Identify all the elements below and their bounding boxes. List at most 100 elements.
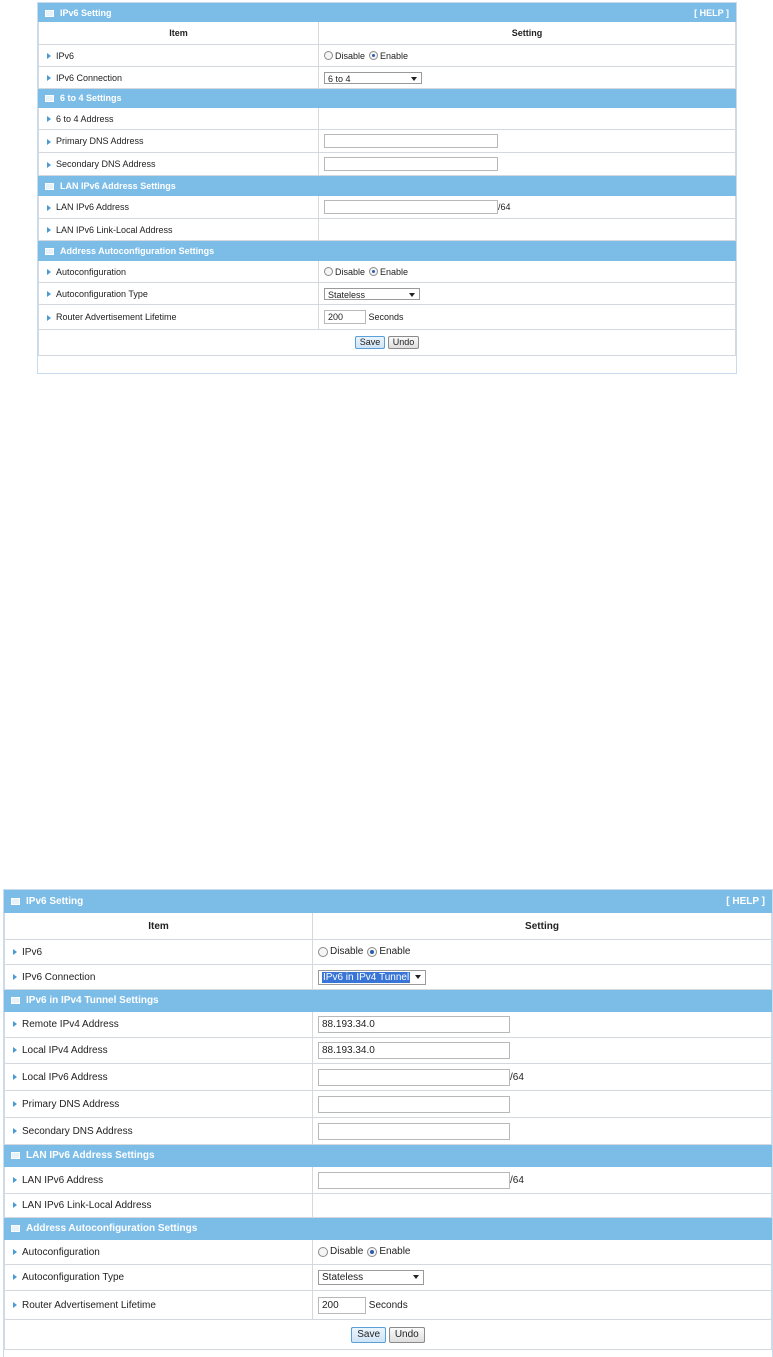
section-icon	[45, 247, 54, 255]
ra-lifetime-input[interactable]: 200	[324, 310, 366, 324]
row-ipv6: IPv6 Disable Enable	[38, 44, 736, 67]
autoconfiguration-type-select[interactable]: Stateless	[324, 287, 420, 300]
section-title-autoconf: Address Autoconfiguration Settings	[26, 1223, 198, 1234]
row-autoconfiguration-type: Autoconfiguration Type Stateless	[38, 282, 736, 305]
row-ra-lifetime: Router Advertisement Lifetime 200 Second…	[4, 1290, 772, 1320]
section-title-tunnel: IPv6 in IPv4 Tunnel Settings	[26, 995, 159, 1006]
enable-label: Enable	[380, 266, 409, 277]
lan-ipv6-address-label: LAN IPv6 Address	[56, 202, 130, 212]
local-ipv6-input[interactable]	[318, 1068, 510, 1086]
enable-label: Enable	[379, 1246, 411, 1258]
arrow-icon	[13, 1127, 17, 1134]
arrow-icon	[47, 138, 51, 145]
secondary-dns-input[interactable]	[324, 157, 498, 171]
arrow-icon	[13, 1073, 17, 1080]
section-title-6to4: 6 to 4 Settings	[60, 93, 122, 103]
lan-link-local-label: LAN IPv6 Link-Local Address	[22, 1200, 152, 1211]
ipv6-disable-radio[interactable]	[324, 51, 333, 61]
primary-dns-input[interactable]	[318, 1095, 510, 1113]
section-icon	[11, 1224, 20, 1232]
ipv6-connection-value: IPv6 in IPv4 Tunnel	[322, 971, 411, 983]
arrow-icon	[13, 1047, 17, 1054]
ra-lifetime-input[interactable]: 200	[318, 1296, 366, 1314]
section-icon	[45, 182, 54, 190]
secondary-dns-input[interactable]	[318, 1122, 510, 1140]
ipv6-connection-value: 6 to 4	[328, 73, 351, 84]
help-link[interactable]: [ HELP ]	[694, 8, 729, 18]
autoconf-enable-radio[interactable]	[367, 1246, 378, 1257]
section-icon	[11, 996, 20, 1004]
ipv6-enable-radio[interactable]	[367, 946, 378, 957]
autoconf-enable-radio[interactable]	[369, 267, 379, 277]
primary-dns-input[interactable]	[324, 134, 498, 148]
col-setting-header: Setting	[312, 912, 772, 940]
row-secondary-dns: Secondary DNS Address	[38, 152, 736, 176]
6to4-address-value	[318, 107, 736, 130]
ipv6-connection-label: IPv6 Connection	[56, 72, 123, 83]
secondary-dns-label: Secondary DNS Address	[22, 1125, 133, 1137]
arrow-icon	[47, 269, 51, 276]
ipv6-connection-select[interactable]: 6 to 4	[324, 71, 422, 84]
primary-dns-label: Primary DNS Address	[22, 1098, 120, 1110]
arrow-icon	[47, 227, 51, 234]
section-icon	[11, 1151, 20, 1159]
col-item-header: Item	[38, 21, 319, 45]
row-lan-link-local: LAN IPv6 Link-Local Address	[38, 218, 736, 241]
row-primary-dns: Primary DNS Address	[38, 129, 736, 153]
row-autoconfiguration: Autoconfiguration Disable Enable	[4, 1239, 772, 1265]
prefix-suffix: /64	[498, 202, 511, 212]
row-ipv6-connection: IPv6 Connection IPv6 in IPv4 Tunnel	[4, 964, 772, 990]
col-item-header: Item	[4, 912, 313, 940]
local-ipv4-label: Local IPv4 Address	[22, 1045, 108, 1056]
arrow-icon	[13, 948, 17, 955]
prefix-suffix: /64	[510, 1071, 524, 1083]
ipv6-setting-panel-tunnel: IPv6 Setting [ HELP ] Item Setting IPv6 D…	[3, 889, 773, 1357]
section-icon	[45, 95, 54, 103]
section-row-autoconf: Address Autoconfiguration Settings	[4, 1217, 772, 1240]
ipv6-setting-panel-6to4: IPv6 Setting [ HELP ] Item Setting IPv6 D…	[37, 2, 737, 374]
section-row-tunnel: IPv6 in IPv4 Tunnel Settings	[4, 989, 772, 1012]
disable-label: Disable	[335, 266, 366, 277]
panel-title: IPv6 Setting	[26, 896, 84, 907]
row-remote-ipv4: Remote IPv4 Address 88.193.34.0	[4, 1011, 772, 1038]
autoconfiguration-type-label: Autoconfiguration Type	[56, 288, 148, 299]
section-row-lan-ipv6: LAN IPv6 Address Settings	[4, 1144, 772, 1167]
section-icon	[11, 897, 20, 905]
autoconfiguration-label: Autoconfiguration	[56, 266, 127, 277]
chevron-down-icon	[411, 76, 417, 81]
undo-button[interactable]: Undo	[388, 1326, 425, 1343]
local-ipv4-input[interactable]: 88.193.34.0	[318, 1042, 510, 1059]
lan-ipv6-address-input[interactable]	[324, 200, 498, 214]
row-lan-ipv6-address: LAN IPv6 Address /64	[38, 195, 736, 219]
ipv6-disable-radio[interactable]	[318, 946, 328, 957]
panel-title-row: IPv6 Setting [ HELP ]	[38, 3, 736, 22]
remote-ipv4-input[interactable]: 88.193.34.0	[318, 1016, 510, 1033]
row-primary-dns: Primary DNS Address	[4, 1090, 772, 1118]
seconds-label: Seconds	[368, 312, 404, 322]
ipv6-connection-select[interactable]: IPv6 in IPv4 Tunnel	[318, 969, 426, 985]
autoconfiguration-type-select[interactable]: Stateless	[318, 1270, 424, 1285]
6to4-address-label: 6 to 4 Address	[56, 113, 114, 124]
arrow-icon	[13, 1176, 17, 1183]
lan-ipv6-address-label: LAN IPv6 Address	[22, 1174, 104, 1186]
lan-link-local-label: LAN IPv6 Link-Local Address	[56, 224, 173, 235]
autoconf-disable-radio[interactable]	[324, 267, 333, 277]
undo-button[interactable]: Undo	[387, 336, 420, 349]
autoconfiguration-type-value: Stateless	[322, 1272, 364, 1283]
autoconf-disable-radio[interactable]	[318, 1246, 328, 1257]
ipv6-enable-radio[interactable]	[369, 51, 379, 61]
secondary-dns-label: Secondary DNS Address	[56, 159, 156, 169]
settings-table: IPv6 Setting [ HELP ] Item Setting IPv6 D…	[38, 3, 736, 356]
autoconfiguration-type-label: Autoconfiguration Type	[22, 1272, 125, 1283]
section-row-autoconf: Address Autoconfiguration Settings	[38, 240, 736, 261]
row-lan-ipv6-address: LAN IPv6 Address /64	[4, 1166, 772, 1194]
seconds-label: Seconds	[368, 1299, 408, 1311]
autoconfiguration-label: Autoconfiguration	[22, 1246, 100, 1258]
arrow-icon	[47, 75, 51, 82]
lan-ipv6-address-input[interactable]	[318, 1171, 510, 1189]
save-button[interactable]: Save	[351, 1326, 387, 1343]
save-button[interactable]: Save	[354, 336, 386, 349]
row-local-ipv6: Local IPv6 Address /64	[4, 1063, 772, 1091]
arrow-icon	[13, 973, 17, 980]
help-link[interactable]: [ HELP ]	[726, 896, 765, 907]
